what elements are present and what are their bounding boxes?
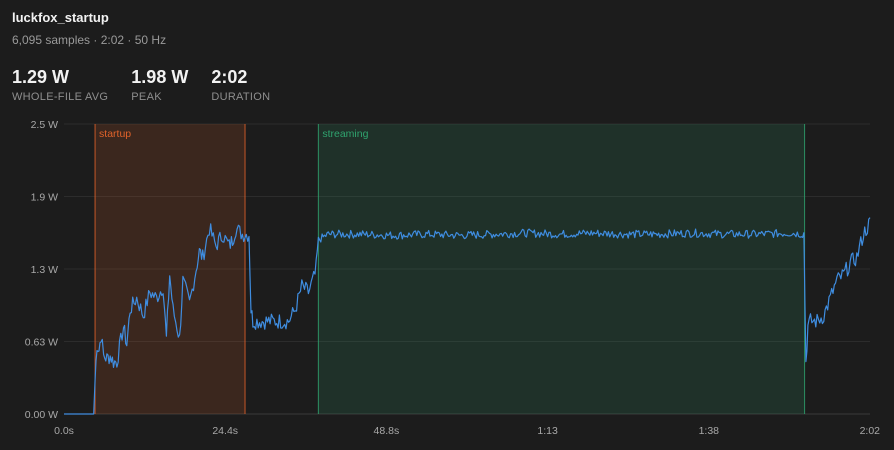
stat-duration-label: DURATION bbox=[211, 91, 271, 103]
chart-x-ticks: 0.0s 24.4s 48.8s 1:13 1:38 2:02 bbox=[54, 425, 880, 437]
x-tick-label: 1:38 bbox=[699, 425, 720, 437]
stat-duration-value: 2:02 bbox=[211, 67, 248, 87]
summary-stats: 1.29 W WHOLE-FILE AVG 1.98 W PEAK 2:02 D… bbox=[12, 66, 270, 103]
region-startup-label: startup bbox=[99, 128, 131, 140]
stat-duration: 2:02 DURATION bbox=[211, 66, 270, 103]
y-tick-label: 0.63 W bbox=[25, 337, 58, 349]
stat-peak: 1.98 W PEAK bbox=[131, 66, 188, 103]
stat-peak-value: 1.98 W bbox=[131, 67, 189, 87]
x-tick-label: 0.0s bbox=[54, 425, 74, 437]
power-chart[interactable]: startup streaming 0.00 W 0.63 W 1.3 W 1.9 W 2… bbox=[0, 110, 894, 450]
stat-average: 1.29 W WHOLE-FILE AVG bbox=[12, 66, 108, 103]
trace-subtitle: 6,095 samples · 2:02 · 50 Hz bbox=[12, 33, 167, 47]
chart-y-ticks: 0.00 W 0.63 W 1.3 W 1.9 W 2.5 W bbox=[25, 119, 58, 421]
stat-average-label: WHOLE-FILE AVG bbox=[12, 91, 109, 103]
x-tick-label: 48.8s bbox=[374, 425, 400, 437]
y-tick-label: 1.3 W bbox=[31, 264, 59, 276]
region-startup bbox=[95, 124, 246, 414]
region-streaming-label: streaming bbox=[322, 128, 368, 140]
x-tick-label: 24.4s bbox=[212, 425, 238, 437]
y-tick-label: 1.9 W bbox=[31, 192, 59, 204]
stat-average-value: 1.29 W bbox=[12, 67, 70, 87]
trace-title: luckfox_startup bbox=[12, 10, 109, 25]
x-tick-label: 1:13 bbox=[537, 425, 558, 437]
y-tick-label: 0.00 W bbox=[25, 409, 58, 421]
x-tick-label: 2:02 bbox=[860, 425, 881, 437]
region-streaming bbox=[318, 124, 805, 414]
y-tick-label: 2.5 W bbox=[31, 119, 59, 131]
power-trace-view: luckfox_startup 6,095 samples · 2:02 · 5… bbox=[0, 0, 894, 450]
chart-regions: startup streaming bbox=[94, 124, 806, 414]
stat-peak-label: PEAK bbox=[131, 91, 162, 103]
